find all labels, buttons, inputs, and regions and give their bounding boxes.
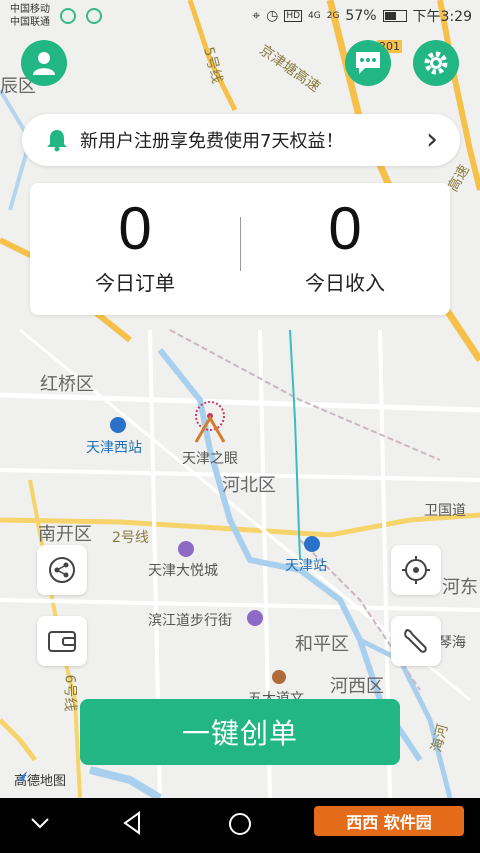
locate-button[interactable] bbox=[391, 545, 441, 595]
wallet-button[interactable] bbox=[37, 616, 87, 666]
share-button[interactable] bbox=[37, 545, 87, 595]
wallet-icon bbox=[48, 631, 76, 652]
status-bar: 中国移动 中国联通 ⌖ ◷ HD 4G 2G 57% 下午3:29 bbox=[0, 0, 480, 34]
today-income[interactable]: 0 今日收入 bbox=[240, 183, 450, 315]
today-orders-label: 今日订单 bbox=[95, 271, 175, 295]
alarm-icon: ◷ bbox=[266, 8, 279, 24]
shopping-icon bbox=[178, 541, 194, 557]
chat-bubble-icon bbox=[356, 52, 380, 74]
carrier-info: 中国移动 中国联通 bbox=[10, 3, 50, 29]
map-label-hongqiao: 红桥区 bbox=[40, 374, 94, 395]
wrench-icon bbox=[404, 628, 427, 653]
hd-badge: HD bbox=[284, 10, 303, 22]
battery-percent: 57% bbox=[345, 8, 377, 24]
crosshair-icon bbox=[402, 556, 430, 584]
today-income-label: 今日收入 bbox=[305, 271, 385, 295]
map-label-tianjin-eye: 天津之眼 bbox=[182, 451, 238, 467]
avatar-button[interactable] bbox=[21, 40, 67, 86]
gear-icon bbox=[424, 51, 448, 75]
map-label-hexi: 河西区 bbox=[330, 676, 384, 697]
app-notification-icon bbox=[86, 8, 102, 24]
map-label-joycity: 天津大悦城 bbox=[148, 563, 218, 579]
navigation-arrow-icon bbox=[15, 771, 27, 783]
settings-button[interactable] bbox=[413, 40, 459, 86]
user-avatar-icon bbox=[33, 52, 55, 75]
map-label-weiguo: 卫国道 bbox=[424, 503, 466, 519]
amap-logo: 高德地图 bbox=[14, 770, 66, 789]
network-4g: 4G bbox=[308, 11, 321, 21]
home-icon[interactable] bbox=[228, 812, 252, 836]
shopping-icon bbox=[247, 610, 263, 626]
network-2g: 2G bbox=[326, 11, 340, 21]
map-label-heping: 和平区 bbox=[295, 634, 349, 655]
chevron-right-icon: › bbox=[426, 122, 438, 157]
back-icon[interactable] bbox=[122, 811, 142, 835]
chevron-down-icon[interactable] bbox=[30, 816, 50, 830]
app-notification-icon bbox=[60, 8, 76, 24]
stats-divider bbox=[240, 217, 241, 271]
stats-card: 0 今日订单 0 今日收入 bbox=[30, 183, 450, 315]
status-right: ⌖ ◷ HD 4G 2G 57% 下午3:29 bbox=[252, 6, 472, 26]
ferris-wheel-icon bbox=[194, 401, 226, 443]
watermark-logo: 西西 软件园 bbox=[314, 806, 464, 836]
notice-text: 新用户注册享免费使用7天权益！ bbox=[80, 131, 344, 152]
carrier-1: 中国移动 bbox=[10, 4, 50, 15]
train-station-icon bbox=[304, 536, 320, 552]
battery-icon bbox=[382, 10, 407, 22]
map-label-line6: 6号线 bbox=[61, 674, 78, 712]
map-label-hebei: 河北区 bbox=[222, 475, 276, 496]
watermark-text: 西西 软件园 bbox=[346, 813, 432, 832]
clock-time: 下午3:29 bbox=[412, 9, 472, 25]
map-label-line2: 2号线 bbox=[112, 530, 149, 546]
share-icon bbox=[49, 557, 75, 583]
location-icon: ⌖ bbox=[252, 8, 261, 24]
map-label-tianjin-west: 天津西站 bbox=[86, 440, 142, 456]
train-station-icon bbox=[110, 417, 126, 433]
poi-icon bbox=[272, 670, 286, 684]
map-label-hedong: 河东 bbox=[442, 577, 478, 598]
chat-button[interactable] bbox=[345, 40, 391, 86]
today-orders[interactable]: 0 今日订单 bbox=[30, 183, 240, 315]
one-click-create-order-button[interactable]: 一键创单 bbox=[80, 699, 400, 765]
notice-banner[interactable]: 新用户注册享免费使用7天权益！ › bbox=[22, 114, 460, 166]
map-label-pinqin: 琴海 bbox=[438, 635, 466, 651]
map-label-tianjin-station: 天津站 bbox=[285, 558, 327, 574]
carrier-2: 中国联通 bbox=[10, 17, 50, 28]
map-label-binjiang: 滨江道步行街 bbox=[148, 613, 232, 629]
map-label-nankai: 南开区 bbox=[38, 524, 92, 545]
tools-button[interactable] bbox=[391, 616, 441, 666]
today-orders-value: 0 bbox=[118, 195, 152, 262]
bell-icon bbox=[47, 130, 67, 152]
today-income-value: 0 bbox=[328, 195, 362, 262]
